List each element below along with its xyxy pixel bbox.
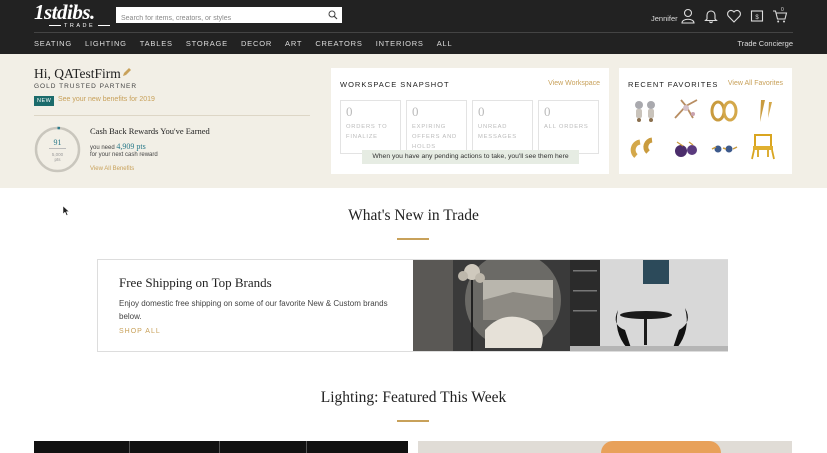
promo-description: Enjoy domestic free shipping on some of … bbox=[119, 299, 388, 321]
messages-icon[interactable]: $ bbox=[749, 8, 765, 24]
bell-icon[interactable] bbox=[703, 8, 719, 24]
trade-concierge-link[interactable]: Trade Concierge bbox=[737, 39, 793, 48]
box-label: ORDERS TO FINALIZE bbox=[346, 124, 388, 140]
view-benefits-link[interactable]: View All Benefits bbox=[90, 166, 134, 172]
view-workspace-link[interactable]: View Workspace bbox=[548, 80, 600, 87]
partner-level: GOLD TRUSTED PARTNER bbox=[34, 83, 138, 90]
favorites-title: RECENT FAVORITES bbox=[628, 80, 719, 89]
main-nav: SEATING LIGHTING TABLES STORAGE DECOR AR… bbox=[34, 39, 466, 48]
need-suffix: for your next cash reward bbox=[90, 152, 158, 158]
svg-text:$: $ bbox=[755, 15, 759, 21]
favorite-item-amethyst-rings[interactable] bbox=[671, 134, 701, 164]
user-icon[interactable] bbox=[680, 8, 696, 24]
featured-image-left[interactable] bbox=[34, 441, 408, 453]
nav-all[interactable]: ALL bbox=[437, 39, 453, 48]
box-label: ALL ORDERS bbox=[544, 124, 589, 130]
featured-title: Lighting: Featured This Week bbox=[320, 389, 507, 406]
image-divider bbox=[306, 441, 307, 453]
cart-count: 0 bbox=[781, 7, 784, 13]
points-needed: you need 4,909 pts bbox=[90, 142, 146, 151]
cart-icon[interactable] bbox=[772, 8, 788, 24]
points-total: 5,000 pts bbox=[34, 152, 81, 162]
free-shipping-promo: Free Shipping on Top Brands Enjoy domest… bbox=[97, 259, 728, 352]
points-total-unit: pts bbox=[54, 157, 61, 162]
divider bbox=[34, 115, 310, 116]
search-input[interactable] bbox=[116, 10, 342, 27]
workspace-snapshot-card: WORKSPACE SNAPSHOT View Workspace 0 ORDE… bbox=[331, 68, 609, 174]
recent-favorites-card: RECENT FAVORITES View All Favorites bbox=[619, 68, 792, 174]
pencil-icon[interactable] bbox=[122, 67, 132, 77]
points-progress-ring bbox=[34, 126, 81, 173]
expiring-offers-box[interactable]: 0 EXPIRING OFFERS AND HOLDS bbox=[406, 100, 467, 154]
ring-divider bbox=[49, 148, 66, 149]
nav-seating[interactable]: SEATING bbox=[34, 39, 72, 48]
need-points: 4,909 pts bbox=[116, 142, 146, 151]
section-rule bbox=[397, 238, 429, 240]
favorite-item-gold-spikes[interactable] bbox=[749, 96, 779, 126]
logo-brand: 1stdibs. bbox=[34, 0, 95, 24]
section-rule bbox=[397, 420, 429, 422]
need-prefix: you need bbox=[90, 145, 115, 151]
cashback-title: Cash Back Rewards You've Earned bbox=[90, 126, 210, 136]
promo-image[interactable] bbox=[413, 260, 728, 351]
site-header: 1stdibs. TRADE Jennifer $ 0 SEATING LIGH… bbox=[0, 0, 827, 54]
favorite-item-hoop-earrings[interactable] bbox=[709, 96, 739, 126]
image-divider bbox=[129, 441, 130, 453]
workspace-title: WORKSPACE SNAPSHOT bbox=[340, 80, 450, 89]
nav-storage[interactable]: STORAGE bbox=[186, 39, 228, 48]
favorite-item-brooch[interactable] bbox=[671, 96, 701, 126]
box-count: 0 bbox=[412, 104, 419, 119]
search-bar bbox=[116, 7, 342, 27]
favorite-item-earrings[interactable] bbox=[630, 96, 660, 126]
whats-new-title: What's New in Trade bbox=[348, 207, 479, 224]
shop-all-link[interactable]: SHOP ALL bbox=[119, 328, 161, 335]
box-count: 0 bbox=[346, 104, 353, 119]
box-count: 0 bbox=[544, 104, 551, 119]
box-label: EXPIRING OFFERS AND HOLDS bbox=[412, 124, 458, 150]
lamp-shade bbox=[601, 441, 721, 453]
nav-creators[interactable]: CREATORS bbox=[315, 39, 362, 48]
workspace-tip: When you have any pending actions to tak… bbox=[362, 150, 579, 164]
username[interactable]: Jennifer bbox=[651, 14, 678, 23]
nav-interiors[interactable]: INTERIORS bbox=[376, 39, 424, 48]
promo-title: Free Shipping on Top Brands bbox=[119, 275, 272, 290]
favorite-item-gold-cuffs[interactable] bbox=[630, 134, 660, 164]
dashboard-panel: Hi, QATestFirm GOLD TRUSTED PARTNER NEW … bbox=[0, 54, 827, 188]
greeting: Hi, QATestFirm bbox=[34, 66, 121, 81]
logo-trade: TRADE bbox=[34, 23, 113, 29]
featured-image-right[interactable] bbox=[418, 441, 792, 453]
benefits-link[interactable]: See your new benefits for 2019 bbox=[58, 96, 155, 103]
search-icon[interactable] bbox=[328, 10, 338, 20]
logo[interactable]: 1stdibs. TRADE bbox=[34, 0, 113, 30]
box-label: UNREAD MESSAGES bbox=[478, 124, 517, 140]
mouse-cursor-icon bbox=[63, 206, 70, 216]
nav-art[interactable]: ART bbox=[285, 39, 302, 48]
orders-to-finalize-box[interactable]: 0 ORDERS TO FINALIZE bbox=[340, 100, 401, 154]
unread-messages-box[interactable]: 0 UNREAD MESSAGES bbox=[472, 100, 533, 154]
nav-decor[interactable]: DECOR bbox=[241, 39, 272, 48]
box-count: 0 bbox=[478, 104, 485, 119]
points-current: 91 bbox=[53, 138, 62, 147]
nav-lighting[interactable]: LIGHTING bbox=[85, 39, 127, 48]
heart-icon[interactable] bbox=[726, 8, 742, 24]
favorite-item-blue-earrings[interactable] bbox=[709, 134, 739, 164]
image-divider bbox=[219, 441, 220, 453]
nav-tables[interactable]: TABLES bbox=[140, 39, 173, 48]
new-badge: NEW bbox=[34, 96, 55, 106]
favorite-item-yellow-chair[interactable] bbox=[747, 131, 777, 161]
nav-divider bbox=[34, 32, 793, 33]
all-orders-box[interactable]: 0 ALL ORDERS bbox=[538, 100, 599, 154]
view-favorites-link[interactable]: View All Favorites bbox=[728, 80, 783, 87]
